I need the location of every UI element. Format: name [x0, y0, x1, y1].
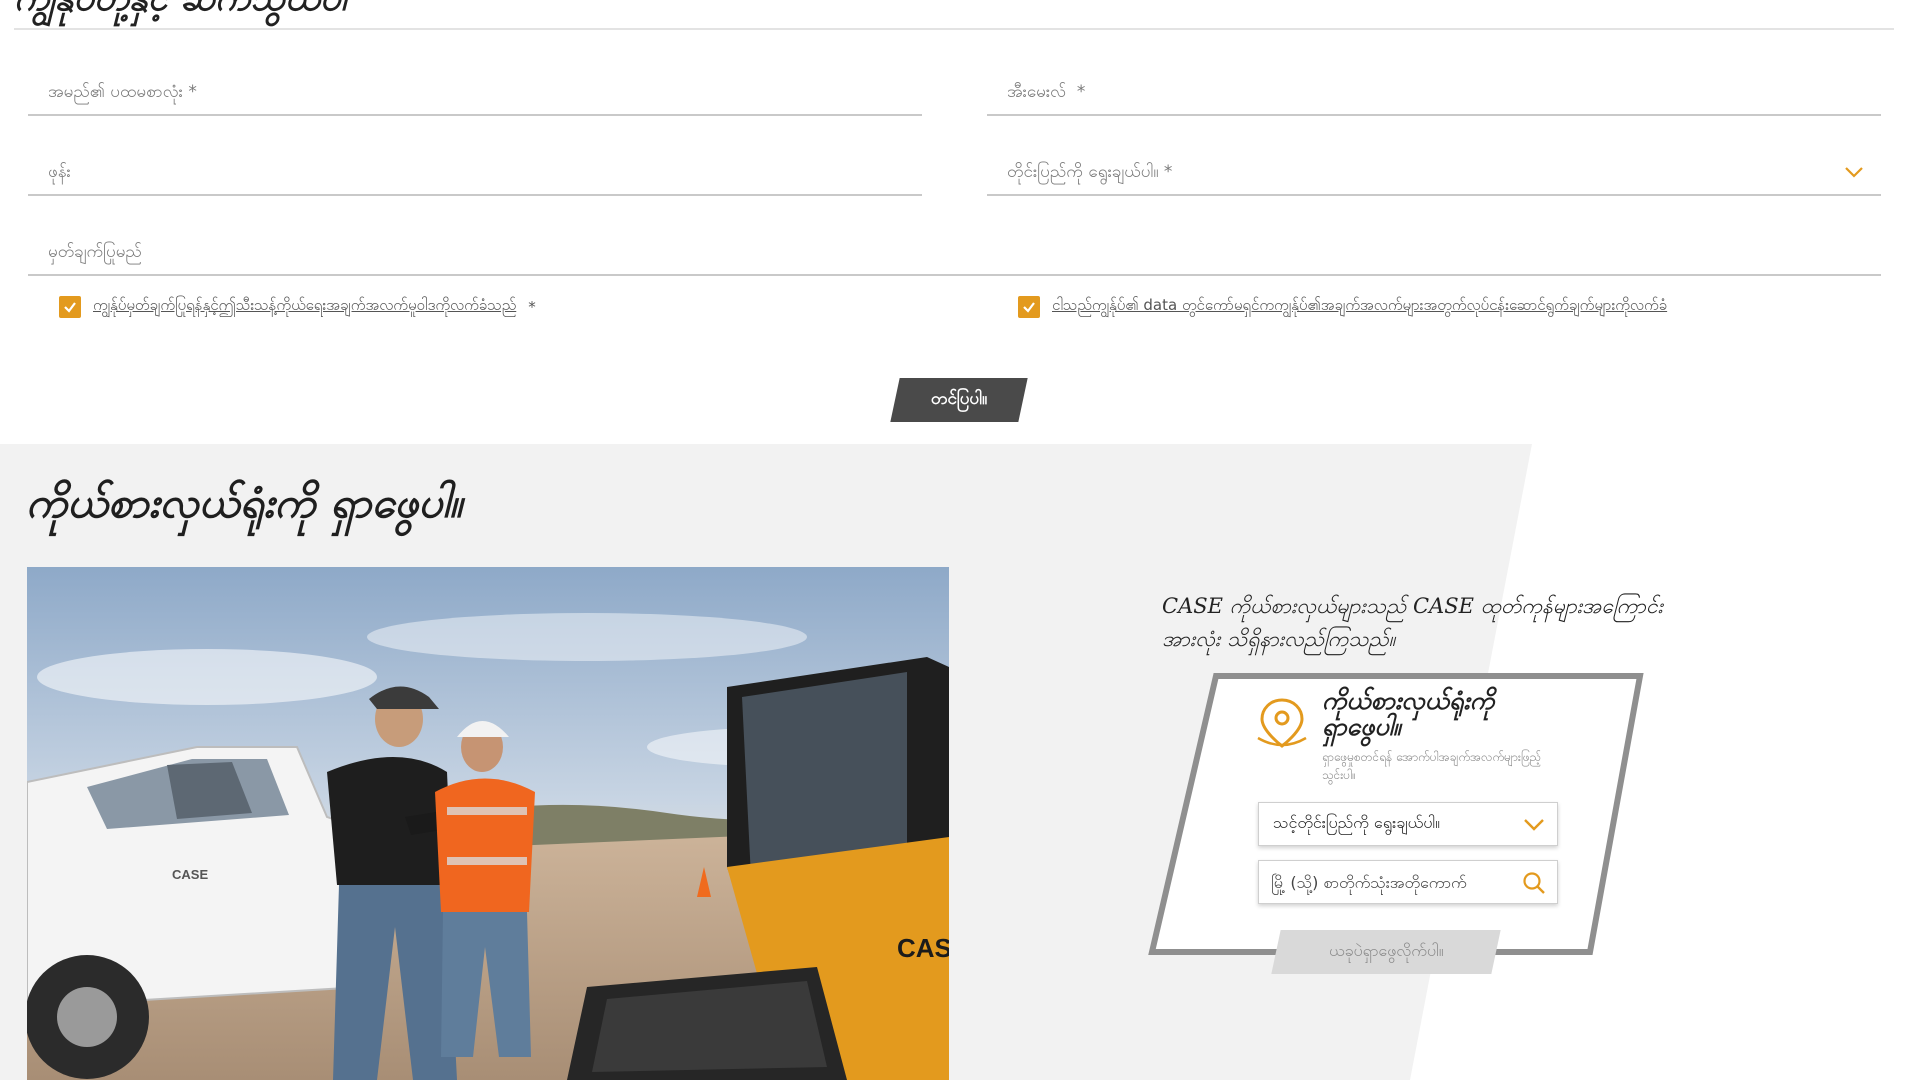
privacy-consent-link[interactable]: ကျွန်ုပ်မှတ်ချက်ပြုရန်နှင့်ဤသီးသန့်ကိုယ်…: [93, 296, 516, 318]
chevron-down-icon[interactable]: [1523, 813, 1545, 835]
phone-field[interactable]: [28, 150, 922, 196]
dealer-city-field[interactable]: [1258, 860, 1558, 904]
chevron-down-icon[interactable]: [1843, 161, 1865, 183]
required-mark: *: [528, 298, 536, 316]
first-name-field[interactable]: [28, 70, 922, 116]
dealer-country-select-value: သင့်တိုင်းပြည်ကို ရွေးချယ်ပါ။: [1273, 813, 1440, 832]
dealer-hero-photo: CASE CASE: [27, 567, 949, 1080]
dealer-country-select[interactable]: သင့်တိုင်းပြည်ကို ရွေးချယ်ပါ။: [1258, 802, 1558, 846]
heading-divider: [14, 28, 1894, 30]
find-dealer-button-label: ယခုပဲရှာဖွေလိုက်ပါ။: [1328, 941, 1444, 960]
machine-case-badge: CASE: [897, 933, 949, 963]
locator-widget-subtitle: ရှာဖွေမှုစတင်ရန် အောက်ပါအချက်အလက်များဖြည…: [1322, 750, 1542, 782]
check-icon: [1023, 302, 1035, 313]
check-icon: [64, 302, 76, 313]
dealer-description: CASE ကိုယ်စားလှယ်များသည် CASE ထုတ်ကုန်မျ…: [1162, 594, 1663, 651]
privacy-consent-checkbox[interactable]: [59, 296, 81, 318]
dealer-locator-section: ကိုယ်စားလှယ်ရုံးကို ရှာဖွေပါ။ CASE CAS C…: [0, 444, 1920, 1080]
first-name-input[interactable]: [28, 70, 922, 114]
country-select-input[interactable]: [987, 150, 1881, 194]
privacy-consent[interactable]: ကျွန်ုပ်မှတ်ချက်ပြုရန်နှင့်ဤသီးသန့်ကိုယ်…: [59, 296, 536, 318]
contact-form-section: ကျွန်ုပ်တို့နှင့် ဆက်သွယ်ပါ ကျွန်ုပ်မှတ်…: [0, 0, 1920, 444]
truck-case-badge: CASE: [172, 867, 208, 882]
phone-input[interactable]: [28, 150, 922, 194]
marketing-consent[interactable]: ငါသည်ကျွန်ုပ်၏ data တွင်ကော်မရှင်ကကျွန်ု…: [1018, 296, 1667, 318]
marketing-consent-checkbox[interactable]: [1018, 296, 1040, 318]
locator-widget-title: ကိုယ်စားလှယ်ရုံးကို ရှာဖွေပါ။: [1322, 686, 1495, 741]
submit-button[interactable]: တင်ပြပါ။: [890, 378, 1028, 422]
location-pin-icon: [1257, 698, 1307, 748]
country-select-field[interactable]: [987, 150, 1881, 196]
email-field[interactable]: [987, 70, 1881, 116]
dealer-locator-title: ကိုယ်စားလှယ်ရုံးကို ရှာဖွေပါ။: [26, 478, 463, 527]
submit-button-label: တင်ပြပါ။: [930, 388, 988, 409]
find-dealer-button[interactable]: ယခုပဲရှာဖွေလိုက်ပါ။: [1271, 930, 1501, 974]
email-input[interactable]: [987, 70, 1881, 114]
comment-field[interactable]: [28, 230, 1881, 276]
search-icon[interactable]: [1521, 870, 1547, 896]
dealer-city-input[interactable]: [1259, 861, 1509, 903]
form-heading: ကျွန်ုပ်တို့နှင့် ဆက်သွယ်ပါ: [14, 0, 347, 28]
comment-input[interactable]: [28, 230, 1881, 274]
marketing-consent-link[interactable]: ငါသည်ကျွန်ုပ်၏ data တွင်ကော်မရှင်ကကျွန်ု…: [1052, 296, 1667, 318]
